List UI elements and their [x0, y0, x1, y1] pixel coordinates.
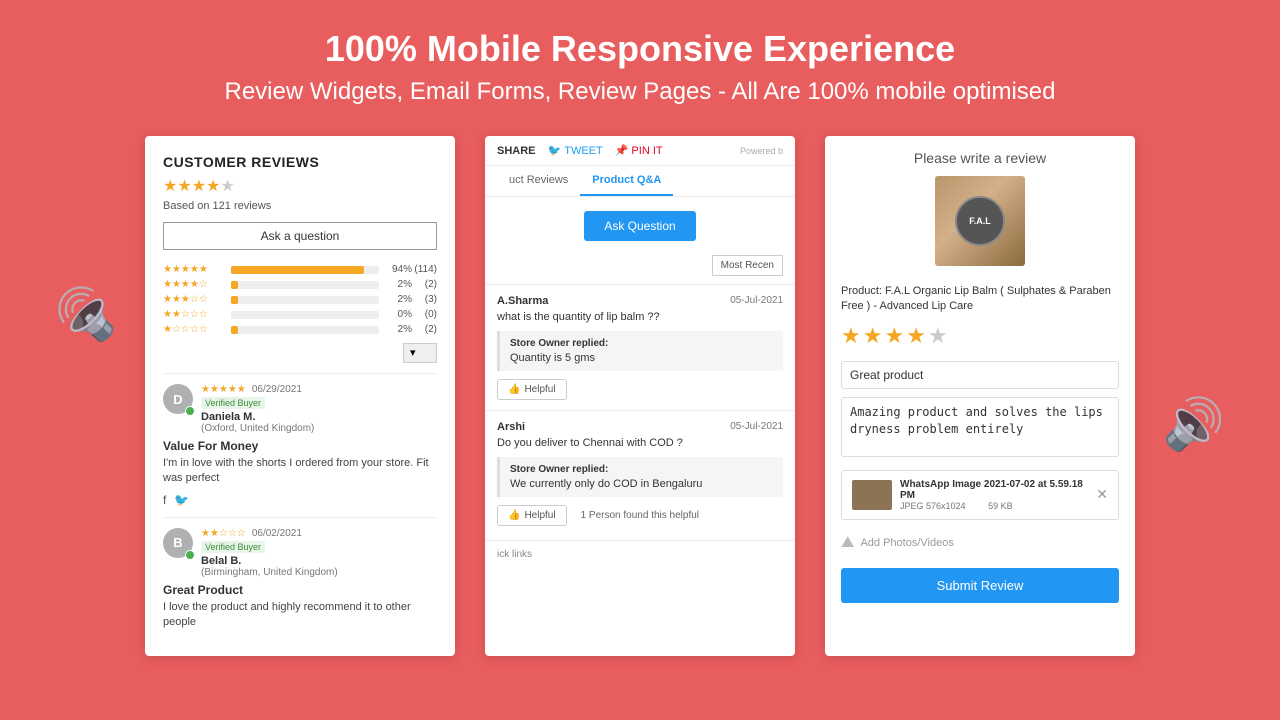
powered-by: Powered b: [740, 146, 783, 156]
page-title: 100% Mobile Responsive Experience: [20, 28, 1260, 70]
page-header: 100% Mobile Responsive Experience Review…: [0, 0, 1280, 126]
qa-question-1: what is the quantity of lip balm ??: [497, 311, 783, 323]
pin-button[interactable]: 📌 PIN IT: [615, 144, 663, 157]
overall-stars: ★★★★★: [163, 176, 437, 196]
card2-header: SHARE 🐦 TWEET 📌 PIN IT Powered b: [485, 136, 795, 166]
product-image: F.A.L: [935, 176, 1025, 266]
tab-product-qa[interactable]: Product Q&A: [580, 166, 673, 196]
tab-product-reviews[interactable]: uct Reviews: [497, 166, 580, 196]
qa-author-2: Arshi: [497, 421, 525, 433]
qa-item-1: A.Sharma 05-Jul-2021 what is the quantit…: [485, 284, 795, 410]
qa-reply-text-2: We currently only do COD in Bengaluru: [510, 478, 773, 490]
helpful-btn-2[interactable]: 👍 Helpful: [497, 505, 567, 526]
review-title-2: Great Product: [163, 583, 437, 597]
verified-badge: [185, 406, 195, 416]
most-recent-filter[interactable]: Most Recen: [712, 255, 783, 276]
qa-author-1: A.Sharma: [497, 295, 548, 307]
review-title-input[interactable]: [841, 361, 1119, 389]
card1-title: CUSTOMER REVIEWS: [163, 154, 437, 170]
quick-links: ick links: [497, 549, 532, 560]
product-qa-card: SHARE 🐦 TWEET 📌 PIN IT Powered b uct Rev…: [485, 136, 795, 656]
review-text-2: I love the product and highly recommend …: [163, 600, 437, 631]
qa-date-2: 05-Jul-2021: [730, 421, 783, 433]
helpful-btn-1[interactable]: 👍 Helpful: [497, 379, 567, 400]
add-photo-icon: ⛰: [841, 534, 854, 552]
rating-row-5: ★★★★★ 94% (114): [163, 264, 437, 275]
star-5[interactable]: ★: [928, 323, 948, 349]
star-4[interactable]: ★: [906, 323, 926, 349]
reviewer-location-1: (Oxford, United Kingdom): [201, 423, 437, 434]
file-name: WhatsApp Image 2021-07-02 at 5.59.18 PM: [900, 479, 1096, 501]
product-logo: F.A.L: [969, 216, 991, 226]
twitter-icon: 🐦: [548, 144, 562, 157]
ask-question-button[interactable]: Ask a question: [163, 222, 437, 250]
qa-reply-2: Store Owner replied: We currently only d…: [497, 457, 783, 497]
verified-text: Verified Buyer: [201, 397, 265, 409]
customer-reviews-card: CUSTOMER REVIEWS ★★★★★ Based on 121 revi…: [145, 136, 455, 656]
add-photos-row: ⛰ Add Photos/Videos: [841, 528, 1119, 558]
star-1[interactable]: ★: [841, 323, 861, 349]
share-button[interactable]: SHARE: [497, 145, 536, 157]
reviewer-name-2: Belal B.: [201, 555, 437, 567]
pinterest-icon: 📌: [615, 144, 629, 157]
rating-row-1: ★☆☆☆☆ 2% (2): [163, 324, 437, 335]
rating-row-3: ★★★☆☆ 2% (3): [163, 294, 437, 305]
avatar-d: D: [163, 384, 193, 414]
file-attachment: WhatsApp Image 2021-07-02 at 5.59.18 PM …: [841, 470, 1119, 520]
file-close-button[interactable]: ✕: [1096, 486, 1108, 503]
review-item-2: B ★★☆☆☆ 06/02/2021 Verified Buyer Belal …: [163, 517, 437, 631]
file-meta: JPEG 576x1024 59 KB: [900, 501, 1096, 511]
qa-reply-author-1: Store Owner replied:: [510, 338, 773, 349]
product-name: Product: F.A.L Organic Lip Balm ( Sulpha…: [841, 284, 1119, 315]
wave-left-icon: 🔊: [55, 285, 117, 344]
sort-dropdown[interactable]: ▾: [403, 343, 437, 363]
thumbs-up-icon: 👍: [508, 384, 520, 395]
review-title-1: Value For Money: [163, 439, 437, 453]
qa-question-2: Do you deliver to Chennai with COD ?: [497, 437, 783, 449]
review-item-1: D ★★★★★ 06/29/2021 Verified Buyer Daniel…: [163, 373, 437, 507]
based-on-text: Based on 121 reviews: [163, 200, 437, 212]
qa-item-2: Arshi 05-Jul-2021 Do you deliver to Chen…: [485, 410, 795, 536]
star-2[interactable]: ★: [863, 323, 883, 349]
review-body-input[interactable]: Amazing product and solves the lips dryn…: [841, 397, 1119, 457]
submit-review-button[interactable]: Submit Review: [841, 568, 1119, 603]
reviewer-name-1: Daniela M.: [201, 411, 437, 423]
qa-reply-1: Store Owner replied: Quantity is 5 gms: [497, 331, 783, 371]
qa-date-1: 05-Jul-2021: [730, 295, 783, 307]
verified-badge-2: [185, 550, 195, 560]
ask-question-btn[interactable]: Ask Question: [584, 211, 695, 241]
rating-row-4: ★★★★☆ 2% (2): [163, 279, 437, 290]
qa-reply-text-1: Quantity is 5 gms: [510, 352, 773, 364]
page-subtitle: Review Widgets, Email Forms, Review Page…: [20, 78, 1260, 106]
star-3[interactable]: ★: [884, 323, 904, 349]
qa-reply-author-2: Store Owner replied:: [510, 464, 773, 475]
card2-tabs: uct Reviews Product Q&A: [485, 166, 795, 197]
rating-stars-input[interactable]: ★ ★ ★ ★ ★: [841, 323, 1119, 349]
facebook-icon[interactable]: f: [163, 493, 166, 507]
helpful-count-2: 1 Person found this helpful: [581, 510, 699, 521]
social-icons-1: f 🐦: [163, 493, 437, 507]
twitter-icon[interactable]: 🐦: [174, 493, 189, 507]
thumbs-up-icon-2: 👍: [508, 510, 520, 521]
reviewer-location-2: (Birmingham, United Kingdom): [201, 567, 437, 578]
write-review-title: Please write a review: [841, 150, 1119, 166]
add-photos-label[interactable]: Add Photos/Videos: [860, 537, 953, 549]
avatar-b: B: [163, 528, 193, 558]
tweet-button[interactable]: 🐦 TWEET: [548, 144, 603, 157]
wave-right-icon: 🔊: [1163, 395, 1225, 454]
file-thumbnail: [852, 480, 892, 510]
review-text-1: I'm in love with the shorts I ordered fr…: [163, 456, 437, 487]
write-review-card: Please write a review F.A.L Product: F.A…: [825, 136, 1135, 656]
cards-container: CUSTOMER REVIEWS ★★★★★ Based on 121 revi…: [0, 136, 1280, 656]
verified-text-2: Verified Buyer: [201, 541, 265, 553]
rating-row-2: ★★☆☆☆ 0% (0): [163, 309, 437, 320]
